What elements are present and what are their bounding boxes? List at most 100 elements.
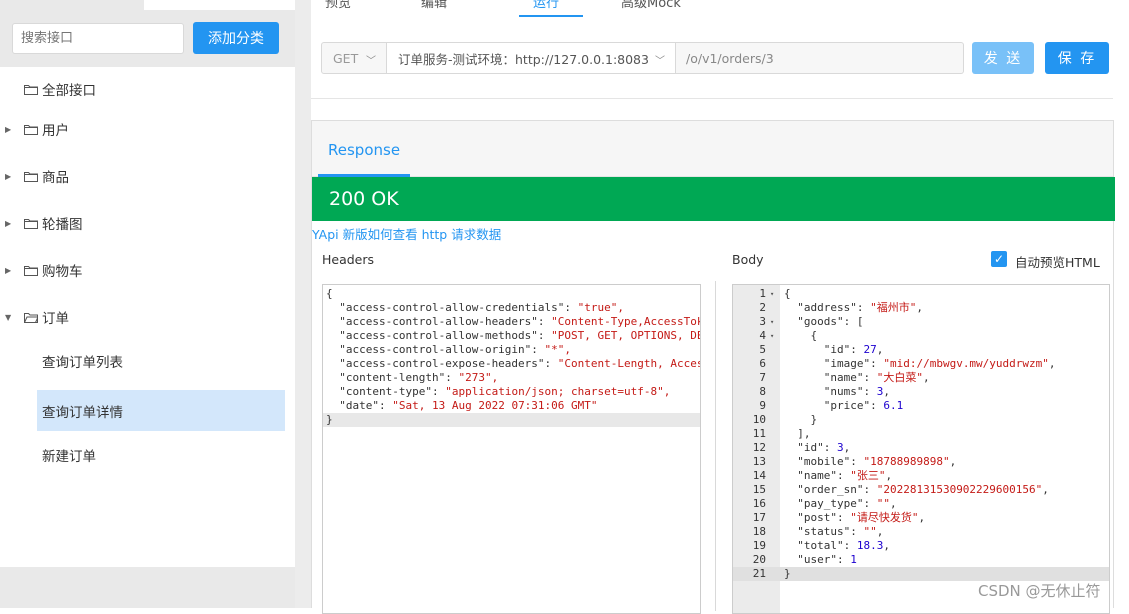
line-number: 15	[752, 483, 766, 496]
code-key: }	[784, 413, 818, 426]
tree-sub-order-detail[interactable]: 查询订单详情	[37, 390, 285, 431]
code-key: "content-length":	[326, 371, 459, 384]
code-punct: ,	[918, 511, 926, 524]
code-line: "post": "请尽快发货",	[784, 511, 925, 525]
line-number: 19	[752, 539, 766, 552]
code-value: ""	[876, 497, 890, 510]
code-line: "pay_type": "",	[784, 497, 897, 511]
body-editor[interactable]: 1 ▾{2 "address": "福州市", 3 ▾ "goods": [4 ▾ {5…	[732, 284, 1110, 614]
watermark: CSDN @无休止符	[978, 582, 1101, 600]
chevron-down-icon: ﹀	[655, 56, 665, 67]
code-line: {	[323, 287, 700, 301]
headers-label: Headers	[322, 252, 375, 267]
add-category-button[interactable]: 添加分类	[193, 22, 279, 54]
code-line: "access-control-allow-headers": "Content…	[323, 315, 700, 329]
check-icon: ✓	[993, 252, 1005, 266]
save-button[interactable]: 保 存	[1045, 42, 1109, 74]
caret-right-icon[interactable]: ▶	[5, 172, 13, 181]
fold-toggle-icon[interactable]: ▾	[770, 315, 774, 329]
tab-preview[interactable]: 预览	[325, 0, 351, 11]
code-punct: ,	[885, 469, 893, 482]
method-select[interactable]: GET ﹀	[321, 42, 387, 74]
code-key: "user":	[784, 553, 851, 566]
line-number: 8	[759, 385, 766, 398]
line-number: 11	[752, 427, 766, 440]
code-key: "post":	[784, 511, 851, 524]
tab-active-underline	[519, 15, 583, 17]
line-number: 18	[752, 525, 766, 538]
code-key: "content-type":	[326, 385, 446, 398]
caret-right-icon[interactable]: ▶	[5, 219, 13, 228]
tab-edit[interactable]: 编辑	[421, 0, 447, 11]
help-link[interactable]: YApi 新版如何查看 http 请求数据	[312, 224, 501, 243]
code-key: "pay_type":	[784, 497, 877, 510]
tree-sub-label: 新建订单	[42, 448, 96, 465]
code-key: "id":	[784, 343, 864, 356]
tab-advanced-mock[interactable]: 高级Mock	[621, 0, 681, 11]
main-gutter	[295, 0, 311, 608]
line-number: 17	[752, 511, 766, 524]
code-value: "张三"	[850, 469, 886, 482]
code-line: "name": "大白菜",	[784, 371, 930, 385]
folder-icon	[24, 218, 38, 229]
line-number: 5	[759, 343, 766, 356]
code-line: "access-control-allow-origin": "*",	[323, 343, 700, 357]
search-input[interactable]	[12, 23, 184, 54]
code-punct: ,	[889, 497, 897, 510]
caret-right-icon[interactable]: ▶	[5, 266, 13, 275]
code-punct: ,	[916, 301, 923, 314]
tree-item-users[interactable]: ▶ 用户	[0, 109, 295, 149]
line-number: 3	[759, 315, 766, 328]
code-line: "access-control-allow-credentials": "tru…	[323, 301, 700, 315]
tree-sub-order-list[interactable]: 查询订单列表	[37, 340, 285, 381]
method-value: GET	[333, 50, 359, 66]
code-line: "content-type": "application/json; chars…	[323, 385, 700, 399]
tree-item-banner[interactable]: ▶ 轮播图	[0, 203, 295, 243]
headers-editor[interactable]: { "access-control-allow-credentials": "t…	[322, 284, 701, 614]
code-line: {	[784, 329, 817, 343]
tab-strip: 预览 编辑 运行 高级Mock	[311, 0, 1129, 18]
sidebar-tab-active[interactable]	[144, 0, 295, 10]
line-number: 7	[759, 371, 766, 384]
tree-item-cart[interactable]: ▶ 购物车	[0, 250, 295, 290]
response-header: Response	[312, 121, 1113, 177]
code-value: "大白菜"	[876, 371, 923, 384]
env-select[interactable]: 订单服务-测试环境：http://127.0.0.1:8083 ﹀	[387, 42, 676, 74]
divider	[715, 281, 716, 611]
tab-response[interactable]: Response	[328, 141, 400, 159]
tree-sub-new-order[interactable]: 新建订单	[37, 434, 285, 475]
line-number: 4	[759, 329, 766, 342]
code-line: "id": 27,	[784, 343, 884, 357]
code-key: ],	[784, 427, 811, 440]
code-punct: ,	[876, 525, 884, 538]
code-value: "Sat, 13 Aug 2022 07:31:06 GMT"	[392, 399, 598, 412]
folder-icon	[24, 84, 38, 95]
tree-item-label: 商品	[42, 170, 69, 186]
tree-item-orders[interactable]: ▼ 订单	[0, 297, 295, 337]
status-bar: 200 OK	[312, 177, 1115, 221]
code-value: 6.1	[883, 399, 904, 412]
fold-toggle-icon[interactable]: ▾	[770, 287, 774, 301]
code-line: }	[784, 567, 791, 581]
tree-sub-label: 查询订单详情	[42, 404, 123, 421]
path-input[interactable]: /o/v1/orders/3	[676, 42, 964, 74]
code-line: "goods": [	[784, 315, 863, 329]
code-line: ],	[784, 427, 811, 441]
caret-down-icon[interactable]: ▼	[5, 313, 13, 322]
caret-right-icon[interactable]: ▶	[5, 125, 13, 134]
fold-toggle-icon[interactable]: ▾	[770, 329, 774, 343]
chevron-down-icon: ﹀	[366, 56, 376, 67]
tab-run[interactable]: 运行	[533, 0, 559, 11]
auto-preview-checkbox[interactable]: ✓	[991, 251, 1007, 267]
code-line: "name": "张三",	[784, 469, 892, 483]
tree-item-label: 订单	[42, 311, 69, 327]
code-value: 3	[836, 441, 844, 454]
tree-item-all[interactable]: 全部接口	[0, 69, 295, 109]
send-button[interactable]: 发 送	[972, 42, 1034, 74]
code-punct: ,	[922, 371, 930, 384]
tree-item-goods[interactable]: ▶ 商品	[0, 156, 295, 196]
code-key: "address":	[784, 301, 871, 314]
code-punct: ,	[883, 539, 890, 552]
line-number: 10	[752, 413, 766, 426]
code-key: }	[784, 567, 791, 580]
